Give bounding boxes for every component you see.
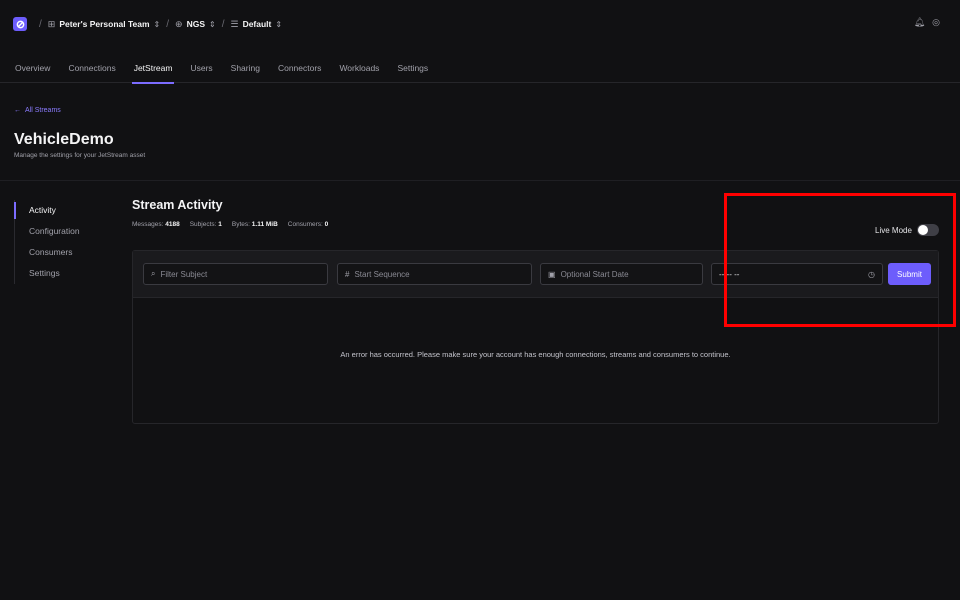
sidenav-item-activity[interactable]: Activity: [14, 200, 104, 221]
team-grid-icon: ⊞: [47, 18, 56, 29]
chevron-updown-icon: ⇕: [209, 19, 216, 29]
top-bar: / ⊞ Peter's Personal Team ⇕ / ⊕ NGS ⇕ / ☰ Def…: [0, 0, 960, 48]
account-name: NGS: [186, 18, 205, 29]
stat-messages-value: 4188: [165, 221, 180, 228]
back-link[interactable]: ← All Streams: [14, 107, 61, 114]
submit-button[interactable]: Submit: [888, 263, 931, 285]
main-tabs: Overview Connections JetStream Users Sha…: [0, 56, 960, 84]
filter-subject-input[interactable]: ⌕ Filter Subject: [143, 263, 328, 285]
clock-icon: ◷: [868, 269, 875, 279]
tab-jetstream[interactable]: JetStream: [131, 56, 175, 84]
bell-icon[interactable]: 🔔︎: [914, 17, 925, 28]
breadcrumb-separator: /: [221, 18, 225, 30]
user-circle-icon[interactable]: ◎: [932, 17, 940, 28]
stream-stats: Messages: 4188 Subjects: 1 Bytes: 1.11 M…: [132, 221, 328, 228]
tab-connections[interactable]: Connections: [68, 56, 115, 83]
back-link-label: All Streams: [25, 107, 61, 114]
stat-subjects-value: 1: [218, 221, 222, 228]
stat-messages: Messages: 4188: [132, 221, 180, 228]
database-icon: ☰: [230, 18, 239, 29]
error-message: An error has occurred. Please make sure …: [340, 350, 731, 359]
activity-panel: ⌕ Filter Subject # Start Sequence ▣ Opti…: [132, 250, 939, 424]
tab-settings[interactable]: Settings: [397, 56, 428, 83]
team-selector[interactable]: ⊞ Peter's Personal Team ⇕: [48, 19, 160, 30]
tab-workloads[interactable]: Workloads: [339, 56, 379, 83]
sidenav-item-configuration[interactable]: Configuration: [15, 221, 104, 242]
toggle-knob: [917, 225, 928, 235]
breadcrumb-separator: /: [166, 18, 170, 30]
start-time-value: --:-- --: [719, 269, 740, 279]
calendar-icon: ▣: [548, 269, 556, 279]
tab-connectors[interactable]: Connectors: [278, 56, 321, 83]
page-subtitle: Manage the settings for your JetStream a…: [14, 152, 146, 159]
synadia-logo-icon[interactable]: [13, 17, 27, 31]
live-mode-toggle[interactable]: [916, 224, 939, 236]
account-selector[interactable]: ⊕ NGS ⇕: [175, 19, 216, 30]
stat-consumers: Consumers: 0: [287, 221, 329, 228]
divider: [0, 180, 960, 181]
filter-bar: ⌕ Filter Subject # Start Sequence ▣ Opti…: [133, 251, 938, 298]
tab-users[interactable]: Users: [190, 56, 212, 83]
section-title: Stream Activity: [132, 198, 223, 212]
stat-subjects: Subjects: 1: [189, 221, 222, 228]
breadcrumb: / ⊞ Peter's Personal Team ⇕ / ⊕ NGS ⇕ / ☰ Def…: [33, 19, 282, 30]
top-actions: 🔔︎ ◎: [914, 17, 940, 28]
page-title: VehicleDemo: [14, 131, 114, 148]
start-time-input[interactable]: --:-- -- ◷: [711, 263, 883, 285]
live-mode: Live Mode: [875, 224, 939, 236]
stat-bytes: Bytes: 1.11 MiB: [231, 221, 278, 228]
filter-subject-placeholder: Filter Subject: [160, 269, 208, 279]
chevron-updown-icon: ⇕: [153, 19, 161, 29]
breadcrumb-separator: /: [39, 18, 42, 30]
side-nav: Activity Configuration Consumers Setting…: [14, 200, 104, 284]
context-selector[interactable]: ☰ Default ⇕: [230, 19, 282, 30]
tab-overview[interactable]: Overview: [15, 56, 50, 83]
globe-icon: ⊕: [175, 18, 183, 29]
stat-bytes-value: 1.11 MiB: [251, 221, 278, 228]
sidenav-item-settings[interactable]: Settings: [15, 263, 104, 284]
context-name: Default: [242, 18, 272, 29]
start-sequence-placeholder: Start Sequence: [354, 269, 410, 279]
start-date-placeholder: Optional Start Date: [560, 269, 629, 279]
start-sequence-input[interactable]: # Start Sequence: [337, 263, 532, 285]
search-icon: ⌕: [151, 269, 156, 278]
arrow-left-icon: ←: [14, 107, 21, 114]
hash-icon: #: [345, 269, 350, 279]
live-mode-label: Live Mode: [875, 225, 912, 235]
tab-sharing[interactable]: Sharing: [231, 56, 260, 83]
team-name: Peter's Personal Team: [59, 18, 150, 29]
chevron-updown-icon: ⇕: [275, 19, 283, 29]
start-date-input[interactable]: ▣ Optional Start Date: [540, 263, 703, 285]
stat-consumers-value: 0: [324, 221, 329, 228]
sidenav-item-consumers[interactable]: Consumers: [15, 242, 104, 263]
